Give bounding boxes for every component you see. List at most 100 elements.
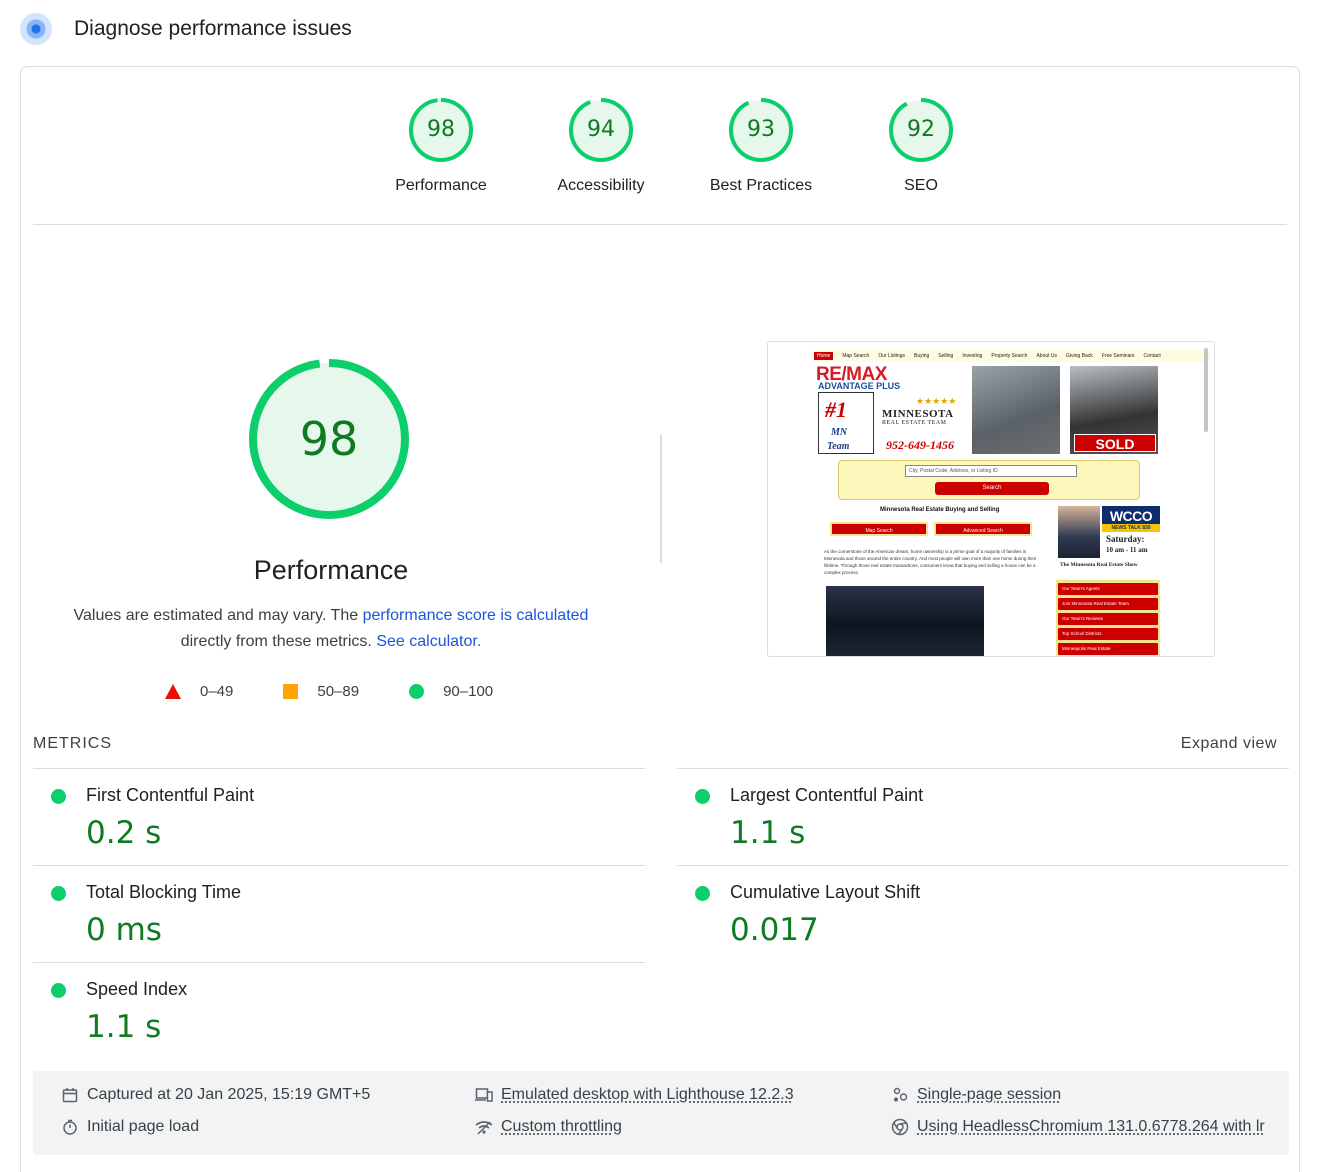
performance-gauge-large: 98: [247, 357, 411, 521]
family-photo: [972, 366, 1060, 454]
throttling-text: Custom throttling: [501, 1118, 622, 1135]
pass-circle-icon: [695, 886, 710, 901]
gauge-performance[interactable]: 98 Performance: [361, 97, 521, 195]
chrome-icon: [891, 1118, 909, 1136]
initial-page-load: Initial page load: [61, 1118, 199, 1136]
expand-view-button[interactable]: Expand view: [1181, 735, 1277, 753]
section-header: Diagnose performance issues: [20, 12, 352, 46]
sold-sign: SOLD: [1074, 434, 1156, 452]
phone-number: 952-649-1456: [886, 438, 954, 452]
gauge-score: 94: [587, 117, 615, 142]
nav-item: Map Search: [842, 353, 870, 359]
gauge-label: Best Practices: [709, 177, 813, 194]
screenshot-search-button: Search: [935, 482, 1049, 495]
team-group-photo: [826, 586, 984, 656]
runtime-settings: Captured at 20 Jan 2025, 15:19 GMT+5 Ini…: [33, 1071, 1289, 1155]
metric-cumulative-layout-shift: Cumulative Layout Shift 0.017: [677, 865, 1289, 962]
single-page-session[interactable]: Single-page session: [891, 1086, 1061, 1104]
metric-value: 0 ms: [86, 912, 162, 948]
screenshot-paragraph: As the cornerstone of the American dream…: [824, 549, 1037, 575]
circle-icon: [409, 684, 425, 699]
nav-item: Selling: [938, 353, 954, 359]
metric-first-contentful-paint: First Contentful Paint 0.2 s: [33, 768, 645, 865]
nav-item: Property Search: [991, 353, 1028, 359]
pass-circle-icon: [51, 886, 66, 901]
legend-fail: 0–49: [165, 683, 233, 700]
session-icon: [891, 1086, 909, 1104]
metric-name: First Contentful Paint: [86, 785, 255, 805]
gauge-ring: 94: [568, 97, 634, 163]
metric-largest-contentful-paint: Largest Contentful Paint 1.1 s: [677, 768, 1289, 865]
side-link: Top School Districts: [1058, 628, 1158, 640]
score-calculated-link[interactable]: performance score is calculated: [363, 607, 589, 624]
wifi-icon: [475, 1118, 493, 1136]
vertical-separator: [660, 435, 662, 563]
mn-line: Team: [827, 441, 850, 452]
gauge-accessibility[interactable]: 94 Accessibility: [521, 97, 681, 195]
legend-range: 0–49: [200, 683, 234, 700]
session-text: Single-page session: [917, 1086, 1062, 1103]
report-card: 98 Performance 94 Accessibility 93 Best …: [20, 66, 1300, 1172]
desc-text: directly from these metrics.: [180, 633, 377, 650]
mn-state-badge: #1 MN Team: [818, 392, 874, 454]
metric-name: Total Blocking Time: [86, 882, 242, 902]
show-day: Saturday:: [1106, 534, 1145, 544]
screenshot-scrollbar: [1204, 348, 1208, 432]
metric-value: 1.1 s: [86, 1009, 162, 1045]
metric-value: 0.2 s: [86, 815, 162, 851]
legend-average: 50–89: [283, 683, 359, 700]
nav-item: Investing: [962, 353, 983, 359]
team-sub: REAL ESTATE TEAM: [882, 420, 947, 426]
nav-item: Contact: [1143, 353, 1161, 359]
score-legend: 0–49 50–89 90–100: [165, 683, 543, 700]
show-time: 10 am - 11 am: [1106, 546, 1148, 554]
pass-circle-icon: [695, 789, 710, 804]
nav-item: Our Listings: [878, 353, 905, 359]
metric-speed-index: Speed Index 1.1 s: [33, 962, 645, 1059]
wcco-sub: NEWS TALK 830: [1102, 524, 1160, 532]
nav-item: About Us: [1036, 353, 1058, 359]
star-rating-icon: ★★★★★: [916, 396, 957, 406]
nav-item: Free Seminars: [1101, 353, 1135, 359]
performance-title: Performance: [253, 555, 409, 585]
nav-item: Buying: [914, 353, 930, 359]
nav-item: Home: [814, 352, 834, 360]
legend-pass: 90–100: [409, 683, 493, 700]
gauge-label: Accessibility: [557, 177, 645, 194]
gauge-label: SEO: [904, 177, 938, 194]
gauge-best-practices[interactable]: 93 Best Practices: [681, 97, 841, 195]
triangle-icon: [165, 684, 181, 699]
metric-value: 0.017: [730, 912, 819, 948]
custom-throttling[interactable]: Custom throttling: [475, 1118, 622, 1136]
mn-line: MN: [831, 427, 848, 438]
side-link: Our Team's Reviews: [1058, 613, 1158, 625]
performance-score: 98: [299, 412, 359, 466]
performance-description: Values are estimated and may vary. The p…: [61, 603, 601, 655]
final-screenshot[interactable]: Home Map Search Our Listings Buying Sell…: [767, 341, 1215, 657]
gauge-score: 98: [427, 117, 455, 142]
side-link: Minneapolis Real Estate: [1058, 643, 1158, 655]
legend-range: 50–89: [317, 683, 360, 700]
metric-total-blocking-time: Total Blocking Time 0 ms: [33, 865, 645, 962]
captured-at: Captured at 20 Jan 2025, 15:19 GMT+5: [61, 1086, 370, 1104]
browser-text: Using HeadlessChromium 131.0.6778.264 wi…: [917, 1118, 1265, 1135]
lighthouse-icon: [20, 13, 52, 45]
screenshot-search-input: City, Postal Code, Address, or Listing I…: [905, 465, 1077, 477]
screenshot-heading: Minnesota Real Estate Buying and Selling: [880, 507, 1000, 513]
see-calculator-link[interactable]: See calculator.: [376, 633, 481, 650]
browser-version[interactable]: Using HeadlessChromium 131.0.6778.264 wi…: [891, 1118, 1265, 1136]
screenshot-advanced-search-button: Advanced Search: [934, 522, 1032, 536]
gauge-score: 92: [907, 117, 935, 142]
nav-item: Giving Back: [1066, 353, 1093, 359]
emulated-device[interactable]: Emulated desktop with Lighthouse 12.2.3: [475, 1086, 794, 1104]
screenshot-side-links: Our Team's Agents Join Minnesota Real Es…: [1056, 580, 1160, 656]
gauge-seo[interactable]: 92 SEO: [841, 97, 1001, 195]
screenshot-search-box: City, Postal Code, Address, or Listing I…: [838, 460, 1140, 500]
legend-range: 90–100: [443, 683, 494, 700]
host-photo: [1058, 506, 1100, 558]
category-gauges: 98 Performance 94 Accessibility 93 Best …: [361, 97, 1001, 195]
screenshot-nav: Home Map Search Our Listings Buying Sell…: [814, 350, 1210, 362]
remax-logo-sub: ADVANTAGE PLUS: [818, 381, 901, 391]
calendar-icon: [61, 1086, 79, 1104]
pass-circle-icon: [51, 789, 66, 804]
